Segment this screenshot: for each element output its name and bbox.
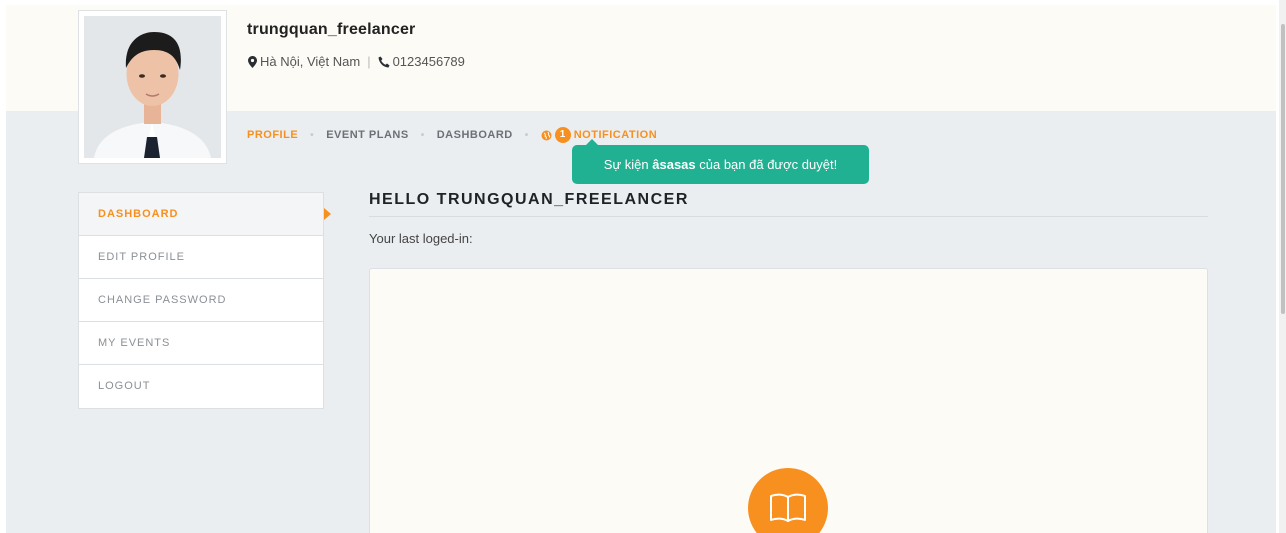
sidebar-item-dashboard[interactable]: DASHBOARD [79, 193, 331, 236]
sidebar-item-my-events[interactable]: MY EVENTS [79, 322, 323, 365]
tab-separator: • [310, 129, 315, 141]
tab-profile[interactable]: PROFILE [247, 129, 298, 141]
scrollbar-thumb[interactable] [1281, 24, 1285, 314]
sidebar-item-logout[interactable]: LOGOUT [79, 365, 323, 408]
last-login-label: Your last loged-in: [369, 231, 473, 246]
tab-dashboard[interactable]: DASHBOARD [437, 129, 513, 141]
phone-icon [378, 56, 390, 67]
globe-icon [541, 130, 552, 140]
profile-location: Hà Nội, Việt Nam [260, 54, 361, 69]
profile-phone: 0123456789 [392, 54, 465, 69]
tab-notification[interactable]: 1 NOTIFICATION [541, 127, 657, 143]
sidebar-item-edit-profile[interactable]: EDIT PROFILE [79, 236, 323, 279]
sidebar-item-change-password[interactable]: CHANGE PASSWORD [79, 279, 323, 322]
avatar-photo [84, 16, 221, 158]
profile-username: trungquan_freelancer [247, 21, 416, 38]
tab-event-plans[interactable]: EVENT PLANS [326, 129, 409, 141]
page: trungquan_freelancer Hà Nội, Việt Nam | … [6, 5, 1276, 533]
tab-separator: • [420, 129, 425, 141]
profile-contact: Hà Nội, Việt Nam | 0123456789 [248, 54, 465, 69]
toast-event-name: âsasas [652, 157, 696, 172]
notification-toast[interactable]: Sự kiện âsasas của bạn đã được duyệt! [572, 139, 869, 184]
book-icon [770, 493, 806, 522]
contact-separator: | [367, 54, 371, 69]
toast-prefix: Sự kiện [603, 157, 653, 172]
page-title: HELLO TRUNGQUAN_FREELANCER [369, 191, 689, 208]
avatar[interactable] [78, 10, 227, 164]
tab-separator: • [524, 129, 529, 141]
toast-suffix: của bạn đã được duyệt! [695, 157, 838, 172]
title-divider [369, 216, 1208, 217]
notification-badge: 1 [554, 127, 571, 143]
sidebar-menu: DASHBOARD EDIT PROFILE CHANGE PASSWORD M… [78, 192, 331, 409]
map-marker-icon [248, 55, 257, 68]
